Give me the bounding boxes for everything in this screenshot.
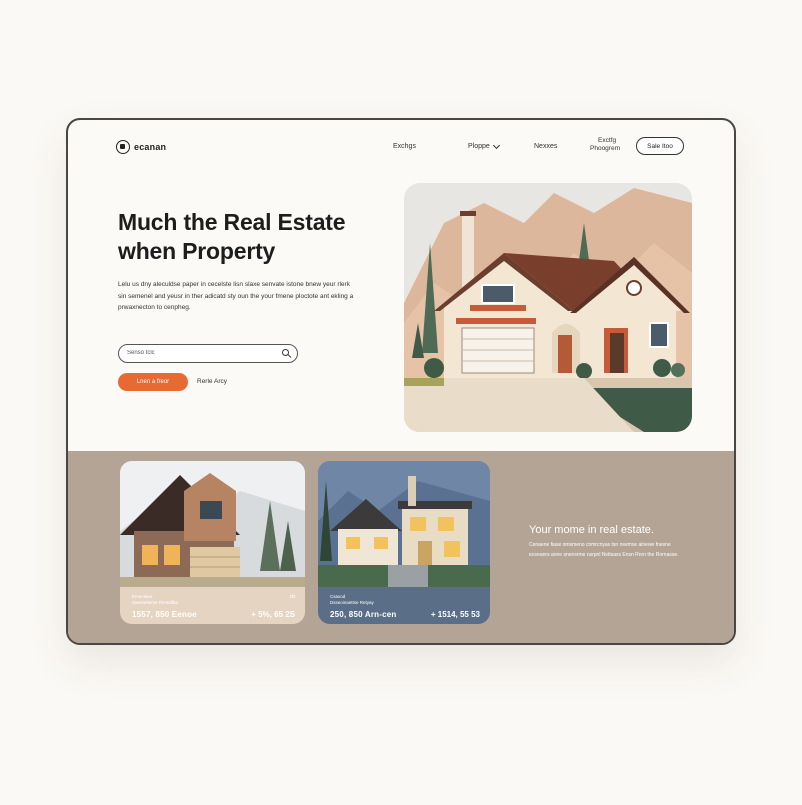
nav-link-1[interactable]: Exchgs — [393, 143, 416, 150]
hero-title-line1: Much the Real Estate — [118, 209, 346, 235]
search-input[interactable] — [127, 348, 277, 358]
listings-section: Emenaker Saeeanteme Rirntaflbe cb 1557, … — [68, 451, 734, 643]
listing-subtitle: Emenaker Saeeanteme Rirntaflbe — [132, 594, 178, 606]
listing-subtitle-line2: Dsseoinaettse Retyay — [330, 600, 374, 605]
hero-title: Much the Real Estate when Property — [118, 208, 408, 266]
nav-link-3[interactable]: Nexxes — [534, 143, 557, 150]
nav-link-2[interactable]: Ploppe — [468, 141, 500, 150]
promo-title: Your mome in real estate. — [529, 524, 654, 536]
listing-price-secondary: + 1514, 55 53 — [430, 610, 480, 619]
search-icon[interactable] — [282, 349, 289, 356]
chevron-down-icon — [492, 141, 500, 149]
listing-subtitle-line2: Saeeanteme Rirntaflbe — [132, 600, 179, 605]
hero-description: Lelu us dny aleculdse paper in cecelste … — [118, 281, 354, 311]
listing-card[interactable]: Emenaker Saeeanteme Rirntaflbe cb 1557, … — [120, 461, 305, 624]
nav-link-4-line1: Exctfg — [598, 137, 617, 144]
hero-house-illustration — [404, 183, 692, 432]
search-bar[interactable] — [118, 344, 298, 363]
logo-icon — [116, 140, 130, 154]
listing-price: 1557, 850 Eenoe — [132, 610, 197, 619]
app-window: ecanan Exchgs Ploppe Nexxes Exctfg Phoog… — [66, 118, 736, 645]
house-illustration-svg — [404, 183, 692, 432]
listing-image — [318, 461, 490, 587]
nav-link-4[interactable]: Exctfg Phoogrem — [590, 137, 620, 153]
nav-link-4-line2: Phoogrem — [590, 145, 620, 152]
listing-tag: cb — [289, 594, 295, 600]
listing-price: 250, 850 Arn-cen — [330, 610, 397, 619]
promo-text: Cenaene fiase omsmeno cnmrcnyas tsn nsem… — [529, 542, 679, 558]
listing-subtitle: Csaxod Dsseoinaettse Retyay — [330, 594, 374, 606]
listing-price-secondary: + 5%, 65 2S — [251, 610, 295, 619]
nav-link-2-label: Ploppe — [468, 143, 490, 150]
listing-image — [120, 461, 305, 587]
top-nav: ecanan Exchgs Ploppe Nexxes Exctfg Phoog… — [68, 120, 734, 176]
secondary-cta-link[interactable]: Rerle Arcy — [197, 378, 227, 385]
primary-cta-button[interactable]: Lnen a freor — [118, 373, 188, 391]
logo-text: ecanan — [134, 142, 167, 152]
logo[interactable]: ecanan — [116, 140, 166, 154]
hero-title-line2: when Property — [118, 238, 276, 264]
listing-card[interactable]: Csaxod Dsseoinaettse Retyay 250, 850 Arn… — [318, 461, 490, 624]
nav-cta-button[interactable]: Sale Itoo — [636, 137, 684, 155]
